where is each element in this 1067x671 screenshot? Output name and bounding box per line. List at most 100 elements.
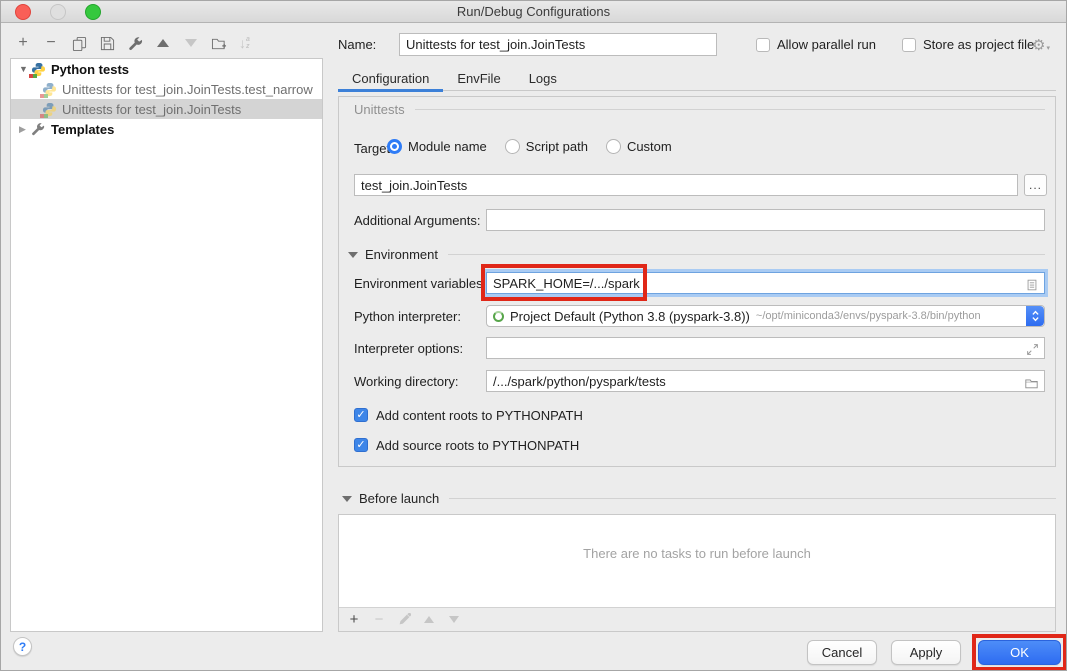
ok-button[interactable]: OK (978, 640, 1061, 665)
tab-envfile[interactable]: EnvFile (443, 67, 514, 90)
apply-button[interactable]: Apply (891, 640, 961, 665)
tab-configuration[interactable]: Configuration (338, 67, 443, 90)
tree-item-label: Python tests (51, 62, 129, 77)
ok-label: OK (1010, 645, 1029, 660)
allow-parallel-run-checkbox[interactable]: Allow parallel run (756, 37, 876, 52)
working-directory-row: Working directory: (339, 370, 1055, 392)
tree-item-templates[interactable]: ▶ Templates (11, 119, 322, 139)
working-directory-field[interactable] (486, 370, 1045, 392)
tree-item-python-tests[interactable]: ▼ Python tests (11, 59, 322, 79)
before-launch-empty-message: There are no tasks to run before launch (339, 546, 1055, 561)
apply-label: Apply (910, 645, 943, 660)
checkbox-checked[interactable] (354, 408, 368, 422)
add-content-roots-label: Add content roots to PYTHONPATH (376, 408, 583, 423)
checkbox-unchecked[interactable] (756, 38, 770, 52)
cancel-button[interactable]: Cancel (807, 640, 877, 665)
radio-module-name[interactable]: Module name (387, 139, 487, 154)
remove-task-icon: − (372, 611, 386, 628)
conda-env-icon (493, 311, 504, 322)
folder-icon[interactable] (1024, 374, 1039, 390)
radio-selected-icon[interactable] (387, 139, 402, 154)
tab-label: Logs (529, 71, 557, 86)
checkbox-checked[interactable] (354, 438, 368, 452)
edit-templates-wrench-icon[interactable] (127, 35, 143, 51)
combo-stepper-icon[interactable] (1026, 306, 1044, 326)
interpreter-options-row: Interpreter options: (339, 337, 1055, 359)
before-launch-panel: There are no tasks to run before launch … (338, 514, 1056, 632)
chevron-down-icon[interactable]: ▼ (19, 64, 29, 74)
configuration-form-panel: Unittests Target: Module name Script pat… (338, 96, 1056, 467)
interpreter-options-label: Interpreter options: (354, 341, 463, 356)
tree-item-label: Unittests for test_join.JoinTests (62, 102, 241, 117)
annotation-box-environment-variables (481, 264, 647, 301)
expand-field-icon[interactable] (1026, 341, 1039, 356)
tree-item-test-narrow[interactable]: Unittests for test_join.JoinTests.test_n… (11, 79, 322, 99)
target-value-row: ... (339, 174, 1055, 196)
run-debug-configurations-dialog: Run/Debug Configurations + − ↓az ▼ (0, 0, 1067, 671)
unittests-group-header: Unittests (354, 102, 1045, 117)
tree-item-label: Templates (51, 122, 114, 137)
target-input[interactable] (361, 178, 1011, 193)
before-launch-toolbar: + − (339, 607, 1055, 631)
interpreter-value: Project Default (Python 3.8 (pyspark-3.8… (510, 309, 750, 324)
chevron-right-icon[interactable]: ▶ (19, 124, 29, 135)
section-title: Environment (365, 247, 438, 262)
environment-variables-row: Environment variables: (339, 272, 1055, 294)
collapse-triangle-icon[interactable] (342, 496, 352, 502)
target-radio-group: Module name Script path Custom (387, 139, 682, 154)
additional-arguments-input[interactable] (493, 213, 1038, 228)
radio-script-path[interactable]: Script path (505, 139, 588, 154)
configurations-tree: ▼ Python tests Unittests for test_join.J… (10, 58, 323, 632)
add-source-roots-checkbox[interactable]: Add source roots to PYTHONPATH (354, 437, 579, 453)
configurations-toolbar: + − ↓az (15, 32, 250, 54)
radio-custom[interactable]: Custom (606, 139, 672, 154)
move-task-down-icon (447, 616, 461, 623)
interpreter-path: ~/opt/miniconda3/envs/pyspark-3.8/bin/py… (756, 310, 981, 322)
environment-variables-label: Environment variables: (354, 276, 486, 291)
interpreter-options-field[interactable] (486, 337, 1045, 359)
store-as-project-file-checkbox[interactable]: Store as project file (902, 37, 1034, 52)
move-up-icon[interactable] (155, 35, 171, 51)
browse-variables-icon[interactable] (1025, 276, 1039, 292)
remove-configuration-icon[interactable]: − (43, 35, 59, 51)
target-field[interactable] (354, 174, 1018, 196)
store-as-project-file-label: Store as project file (923, 37, 1034, 52)
radio-label: Module name (408, 139, 487, 154)
new-folder-icon[interactable] (211, 35, 227, 51)
add-configuration-icon[interactable]: + (15, 35, 31, 51)
tab-label: Configuration (352, 71, 429, 86)
gear-icon[interactable]: ⚙▾ (1032, 36, 1050, 54)
tree-item-label: Unittests for test_join.JoinTests.test_n… (62, 82, 313, 97)
python-test-icon (42, 82, 57, 97)
copy-configuration-icon[interactable] (71, 35, 87, 51)
name-input[interactable] (399, 33, 717, 56)
save-configuration-icon[interactable] (99, 35, 115, 51)
additional-arguments-field[interactable] (486, 209, 1045, 231)
python-interpreter-row: Python interpreter: Project Default (Pyt… (339, 305, 1055, 327)
titlebar: Run/Debug Configurations (1, 1, 1066, 23)
add-content-roots-checkbox[interactable]: Add content roots to PYTHONPATH (354, 407, 583, 423)
checkbox-unchecked[interactable] (902, 38, 916, 52)
group-title: Unittests (354, 102, 405, 117)
browse-button[interactable]: ... (1024, 174, 1047, 196)
help-label: ? (19, 640, 26, 654)
python-interpreter-select[interactable]: Project Default (Python 3.8 (pyspark-3.8… (486, 305, 1045, 327)
target-row: Target: Module name Script path Custom (339, 137, 1055, 159)
section-title: Before launch (359, 491, 439, 506)
tree-item-jointests-selected[interactable]: Unittests for test_join.JoinTests (11, 99, 322, 119)
additional-arguments-row: Additional Arguments: (339, 209, 1055, 231)
radio-unselected-icon[interactable] (606, 139, 621, 154)
tab-bar: Configuration EnvFile Logs (338, 67, 1056, 91)
radio-unselected-icon[interactable] (505, 139, 520, 154)
templates-wrench-icon (31, 122, 46, 137)
add-source-roots-label: Add source roots to PYTHONPATH (376, 438, 579, 453)
collapse-triangle-icon[interactable] (348, 252, 358, 258)
add-task-icon[interactable]: + (347, 611, 361, 628)
environment-section-header[interactable]: Environment (348, 247, 1045, 262)
additional-arguments-label: Additional Arguments: (354, 213, 480, 228)
tab-logs[interactable]: Logs (515, 67, 571, 90)
interpreter-options-input[interactable] (493, 341, 1038, 356)
working-directory-input[interactable] (493, 374, 1038, 389)
before-launch-section-header[interactable]: Before launch (342, 491, 1056, 506)
help-button[interactable]: ? (13, 637, 32, 656)
